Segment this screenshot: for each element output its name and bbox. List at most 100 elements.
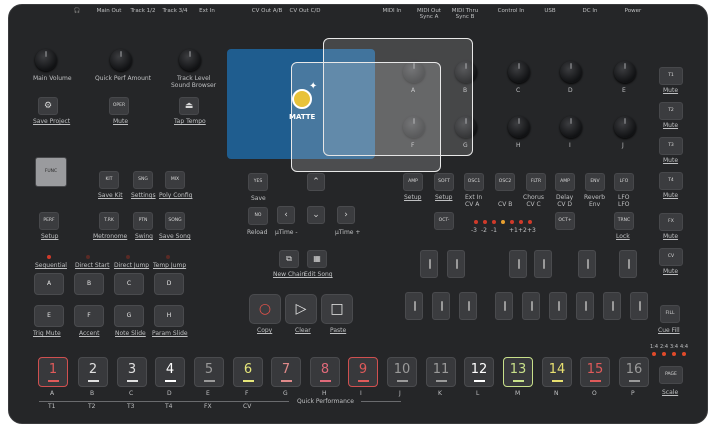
trk-button[interactable]: T.RK	[99, 212, 119, 230]
fltr-button[interactable]: FLTR	[526, 173, 546, 191]
soft-button[interactable]: SOFT	[434, 173, 454, 191]
amp2-button[interactable]: AMP	[555, 173, 575, 191]
arrow-right-icon[interactable]: ›	[337, 206, 355, 224]
step-trig-4[interactable]: 4	[155, 357, 185, 387]
key-5[interactable]	[522, 292, 540, 320]
step-trig-2[interactable]: 2	[78, 357, 108, 387]
slider-4[interactable]	[534, 250, 552, 278]
slider-2[interactable]	[447, 250, 465, 278]
track-button-e[interactable]: E	[34, 305, 64, 327]
record-icon[interactable]: ○	[249, 294, 281, 324]
key-2[interactable]	[432, 292, 450, 320]
yes-button[interactable]: YES	[248, 173, 268, 191]
env-button[interactable]: ENV	[585, 173, 605, 191]
knob-e[interactable]	[614, 61, 636, 83]
slider-1[interactable]	[420, 250, 438, 278]
step-trig-7[interactable]: 7	[271, 357, 301, 387]
quick-perf-knob[interactable]	[110, 49, 132, 71]
knob-j[interactable]	[614, 116, 636, 138]
step-underline	[474, 380, 485, 382]
arrow-left-icon[interactable]: ‹	[277, 206, 295, 224]
step-trig-8[interactable]: 8	[310, 357, 340, 387]
slider-3[interactable]	[509, 250, 527, 278]
edit-song-icon[interactable]: ▦	[307, 250, 327, 268]
track-t2-button[interactable]: T2	[659, 102, 683, 120]
step-trig-5[interactable]: 5	[194, 357, 224, 387]
ptn-button[interactable]: PTN	[133, 212, 153, 230]
step-trig-6[interactable]: 6	[233, 357, 263, 387]
key-4[interactable]	[495, 292, 513, 320]
step-trig-13[interactable]: 13	[503, 357, 533, 387]
knob-h[interactable]	[508, 116, 530, 138]
new-chain-icon[interactable]: ⧉	[279, 250, 299, 268]
step-trig-15[interactable]: 15	[580, 357, 610, 387]
track-button-f[interactable]: F	[74, 305, 104, 327]
step-trig-11[interactable]: 11	[426, 357, 456, 387]
key-9[interactable]	[630, 292, 648, 320]
track-button-c[interactable]: C	[114, 273, 144, 295]
sng-button[interactable]: SNG	[133, 171, 153, 189]
track-t4-button[interactable]: T4	[659, 172, 683, 190]
track-t3-button[interactable]: T3	[659, 137, 683, 155]
step-trig-3[interactable]: 3	[117, 357, 147, 387]
stop-icon[interactable]: □	[321, 294, 353, 324]
device-panel: 🎧 Main Out Track 1/2 Track 3/4 Ext In CV…	[8, 4, 708, 424]
no-button[interactable]: NO	[248, 207, 268, 225]
page-button[interactable]: PAGE	[659, 366, 683, 384]
song-button[interactable]: SONG	[165, 212, 185, 230]
step-letter: G	[283, 390, 288, 397]
step-trig-14[interactable]: 14	[542, 357, 572, 387]
func-button[interactable]: FUNC	[35, 157, 67, 187]
main-volume-knob[interactable]	[35, 49, 57, 71]
key-7[interactable]	[576, 292, 594, 320]
track-button-b[interactable]: B	[74, 273, 104, 295]
track-t1-button[interactable]: T1	[659, 67, 683, 85]
oct-minus-button[interactable]: OCT-	[434, 212, 454, 230]
matte-icon[interactable]	[292, 89, 312, 109]
amp-button[interactable]: AMP	[403, 173, 423, 191]
knob-c[interactable]	[508, 61, 530, 83]
track-fx-button[interactable]: FX	[659, 213, 683, 231]
key-3[interactable]	[459, 292, 477, 320]
page-led-2	[662, 352, 666, 356]
osc1-label: Ext In CV A	[465, 194, 483, 208]
tap-tempo-icon[interactable]: ⏏	[179, 97, 199, 115]
lfo-button[interactable]: LFO	[614, 173, 634, 191]
knob-c-label: C	[516, 87, 521, 94]
track-button-a[interactable]: A	[34, 273, 64, 295]
arrow-up-icon[interactable]: ⌃	[307, 173, 325, 191]
arrow-down-icon[interactable]: ⌄	[307, 206, 325, 224]
trnc-button[interactable]: TRNC	[614, 212, 634, 230]
osc2-button[interactable]: OSC2	[495, 173, 515, 191]
play-icon[interactable]: ▷	[285, 294, 317, 324]
step-underline	[358, 380, 369, 382]
step-trig-9[interactable]: 9	[348, 357, 378, 387]
fill-button[interactable]: FILL	[660, 305, 680, 323]
poly-config-label: Poly Config	[159, 192, 193, 199]
key-6[interactable]	[549, 292, 567, 320]
step-trig-12[interactable]: 12	[464, 357, 494, 387]
track-button-h[interactable]: H	[154, 305, 184, 327]
oct-plus-button[interactable]: OCT+	[555, 212, 575, 230]
track-button-g[interactable]: G	[114, 305, 144, 327]
slider-6[interactable]	[619, 250, 637, 278]
temp-jump-label: Temp Jump	[153, 262, 187, 269]
mix-button[interactable]: MIX	[165, 171, 185, 189]
step-trig-16[interactable]: 16	[619, 357, 649, 387]
oper-button[interactable]: OPER	[109, 97, 129, 115]
track-level-knob[interactable]	[179, 49, 201, 71]
key-8[interactable]	[603, 292, 621, 320]
track-button-d[interactable]: D	[154, 273, 184, 295]
knob-i[interactable]	[560, 116, 582, 138]
kit-button[interactable]: KIT	[99, 171, 119, 189]
key-1[interactable]	[405, 292, 423, 320]
track-cv-button[interactable]: CV	[659, 248, 683, 266]
perf-button[interactable]: PERF	[39, 212, 59, 230]
slider-5[interactable]	[578, 250, 596, 278]
gear-icon[interactable]: ⚙	[38, 97, 58, 115]
oct-val-m1: -1	[491, 227, 497, 234]
knob-d[interactable]	[560, 61, 582, 83]
osc1-button[interactable]: OSC1	[464, 173, 484, 191]
step-trig-10[interactable]: 10	[387, 357, 417, 387]
step-trig-1[interactable]: 1	[38, 357, 68, 387]
